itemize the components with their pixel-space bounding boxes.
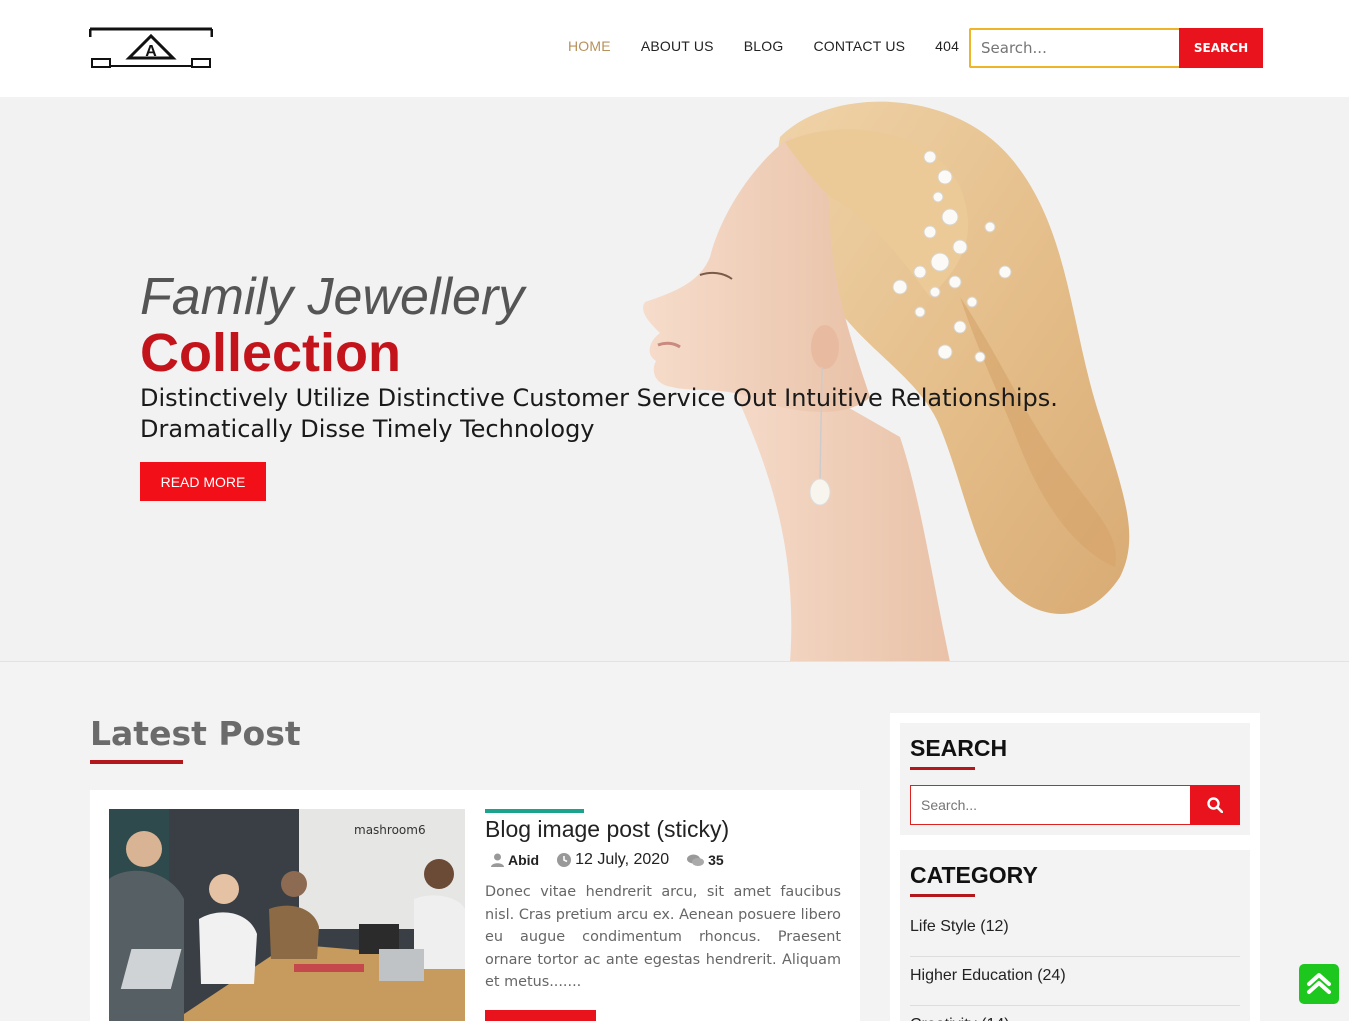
post-title[interactable]: Blog image post (sticky) xyxy=(485,816,729,843)
category-item[interactable]: Creativity (14) xyxy=(910,1006,1240,1021)
comments-icon xyxy=(687,854,705,866)
back-to-top-button[interactable] xyxy=(1299,964,1339,1004)
sidebar-search-button[interactable] xyxy=(1190,785,1240,825)
post-meta: Abid 12 July, 2020 35 xyxy=(491,851,742,869)
post-date: 12 July, 2020 xyxy=(557,851,669,869)
hero-banner: Family Jewellery Collection Distinctivel… xyxy=(0,97,1349,662)
post-comments-count: 35 xyxy=(708,852,724,868)
hero-description: Distinctively Utilize Distinctive Custom… xyxy=(140,384,1058,443)
widget-underline xyxy=(910,894,975,897)
user-icon xyxy=(491,853,504,867)
sidebar-search xyxy=(910,785,1240,825)
main-nav: HOME ABOUT US BLOG CONTACT US 404 xyxy=(568,38,959,58)
post-accent-bar xyxy=(485,809,584,813)
read-more-button[interactable]: READ MORE xyxy=(140,462,266,501)
header-search: SEARCH xyxy=(969,28,1263,68)
search-widget-title: SEARCH xyxy=(910,735,1008,761)
nav-home[interactable]: HOME xyxy=(568,38,611,58)
post-card: mashroom6 Blog image post (sticky) Abid xyxy=(90,790,860,1021)
category-widget-title: CATEGORY xyxy=(910,862,1038,888)
hero-title-line1: Family Jewellery xyxy=(140,268,525,326)
sidebar: SEARCH CATEGORY Life Style (12) Higher E… xyxy=(890,713,1260,1021)
post-excerpt: Donec vitae hendrerit arcu, sit amet fau… xyxy=(485,884,841,991)
nav-blog[interactable]: BLOG xyxy=(744,38,784,58)
category-widget: CATEGORY Life Style (12) Higher Educatio… xyxy=(900,850,1250,1021)
hero-title-line2: Collection xyxy=(140,323,402,383)
hero-model-image xyxy=(643,101,1130,661)
clock-icon xyxy=(557,853,572,867)
site-header: A HOME ABOUT US BLOG CONTACT US 404 SEAR… xyxy=(0,0,1349,97)
post-date-text: 12 July, 2020 xyxy=(575,851,670,868)
heading-underline xyxy=(90,760,183,764)
sidebar-search-input[interactable] xyxy=(910,785,1190,825)
search-icon xyxy=(1207,797,1223,813)
category-list: Life Style (12) Higher Education (24) Cr… xyxy=(910,908,1240,1021)
category-item[interactable]: Life Style (12) xyxy=(910,908,1240,957)
header-search-button[interactable]: SEARCH xyxy=(1179,28,1263,68)
post-author[interactable]: Abid xyxy=(491,852,539,868)
category-item[interactable]: Higher Education (24) xyxy=(910,957,1240,1006)
post-read-more-button[interactable] xyxy=(485,1010,596,1021)
nav-contact-us[interactable]: CONTACT US xyxy=(813,38,905,58)
widget-underline xyxy=(910,767,975,770)
header-search-input[interactable] xyxy=(969,28,1179,68)
post-author-name: Abid xyxy=(508,852,540,868)
post-comments[interactable]: 35 xyxy=(687,852,724,868)
nav-404[interactable]: 404 xyxy=(935,38,959,58)
site-logo[interactable]: A xyxy=(89,26,213,70)
svg-text:A: A xyxy=(145,43,157,60)
svg-text:mashroom6: mashroom6 xyxy=(354,823,426,837)
post-image[interactable]: mashroom6 xyxy=(109,809,465,1021)
latest-post-heading: Latest Post xyxy=(90,714,301,753)
nav-about-us[interactable]: ABOUT US xyxy=(641,38,714,58)
chevron-up-icon xyxy=(1307,973,1331,994)
search-widget: SEARCH xyxy=(900,723,1250,835)
